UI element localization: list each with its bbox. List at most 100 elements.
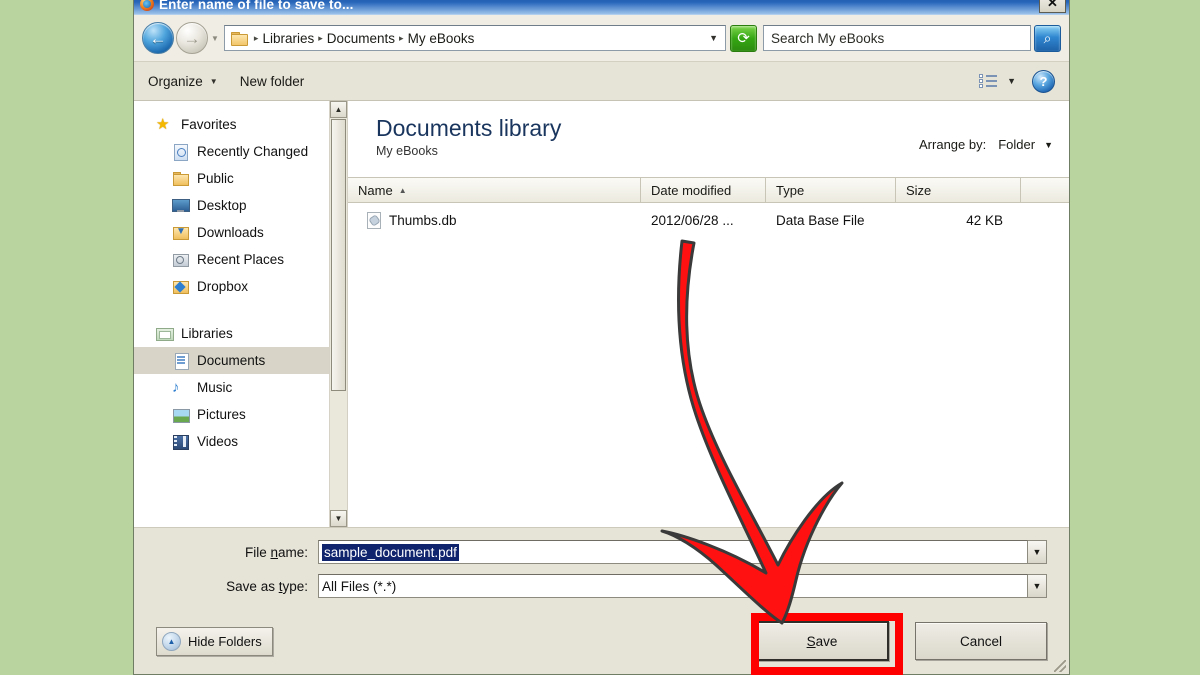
hide-folders-label: Hide Folders — [188, 633, 262, 649]
title-bar: Enter name of file to save to... ✕ — [134, 0, 1069, 15]
column-header-name[interactable]: Name ▲ — [348, 178, 641, 202]
sidebar-item-recent-places[interactable]: Recent Places — [134, 246, 347, 273]
hide-folders-button[interactable]: ▲ Hide Folders — [156, 626, 273, 656]
organize-label: Organize — [148, 73, 203, 89]
sidebar-item-label: Recent Places — [197, 252, 285, 267]
scroll-up-button[interactable]: ▲ — [330, 101, 347, 118]
save-as-type-value: All Files (*.*) — [322, 578, 397, 594]
sidebar-item-desktop[interactable]: Desktop — [134, 192, 347, 219]
save-as-type-dropdown-button[interactable]: ▼ — [1028, 574, 1047, 598]
navigation-sidebar: ★ Favorites Recently Changed Public Desk… — [134, 101, 347, 527]
save-as-type-label-post: ype: — [282, 578, 308, 594]
new-folder-button[interactable]: New folder — [240, 74, 305, 89]
file-date-cell: 2012/06/28 ... — [651, 212, 734, 228]
sidebar-item-music[interactable]: ♪ Music — [134, 374, 347, 401]
file-name: Thumbs.db — [389, 212, 457, 228]
sidebar-group-favorites[interactable]: ★ Favorites — [134, 111, 347, 138]
scrollbar-thumb[interactable] — [331, 119, 346, 392]
sidebar-item-label: Videos — [197, 434, 239, 449]
column-label: Name — [358, 182, 393, 198]
arrange-by-value: Folder — [998, 137, 1036, 152]
file-list[interactable]: Thumbs.db 2012/06/28 ... Data Base File … — [348, 203, 1069, 527]
sidebar-item-pictures[interactable]: Pictures — [134, 401, 347, 428]
column-header-type[interactable]: Type — [766, 178, 896, 202]
recent-pages-chevron-down-icon[interactable]: ▼ — [211, 34, 219, 43]
downloads-icon — [172, 225, 190, 241]
breadcrumb-item-my-ebooks[interactable]: My eBooks — [408, 31, 475, 46]
column-label: Size — [906, 182, 932, 198]
resize-grip[interactable] — [1054, 660, 1066, 672]
sidebar-item-dropbox[interactable]: Dropbox — [134, 273, 347, 300]
save-file-dialog-window: Enter name of file to save to... ✕ ← → ▼… — [133, 0, 1070, 675]
command-bar: Organize ▼ New folder ▼ ? — [134, 61, 1069, 101]
column-label: Type — [776, 182, 805, 198]
arrange-by-label: Arrange by: — [919, 137, 987, 152]
forward-button[interactable]: → — [176, 22, 208, 54]
sidebar-item-label: Public — [197, 171, 234, 186]
save-as-type-select[interactable]: All Files (*.*) — [318, 574, 1028, 598]
column-header-filler — [1021, 178, 1069, 202]
file-name-value: sample_document.pdf — [322, 543, 459, 561]
column-header-date-modified[interactable]: Date modified — [641, 178, 766, 202]
view-chevron-down-icon[interactable]: ▼ — [1007, 76, 1016, 86]
search-button[interactable]: ⌕ — [1034, 24, 1061, 52]
save-as-type-label: Save as type: — [156, 579, 318, 594]
help-button[interactable]: ? — [1032, 69, 1055, 93]
change-view-icon[interactable] — [979, 73, 998, 89]
library-heading-block: Documents library My eBooks — [376, 115, 561, 158]
breadcrumb-item-documents[interactable]: Documents — [327, 31, 395, 46]
sidebar-group-libraries[interactable]: Libraries — [134, 320, 347, 347]
music-icon: ♪ — [172, 378, 180, 396]
breadcrumb-item-libraries[interactable]: Libraries — [262, 31, 314, 46]
save-label-accesskey: S — [806, 633, 816, 649]
sidebar-item-label: Dropbox — [197, 279, 249, 294]
back-arrow-icon: ← — [149, 28, 167, 48]
file-name-label-accesskey: n — [270, 544, 278, 560]
sidebar-group-label: Libraries — [181, 326, 233, 341]
sidebar-item-label: Pictures — [197, 407, 246, 422]
close-button[interactable]: ✕ — [1039, 0, 1066, 13]
address-chevron-down-icon[interactable]: ▼ — [709, 33, 721, 43]
scrollbar-track[interactable] — [330, 118, 347, 510]
dropbox-icon — [172, 279, 190, 295]
address-bar[interactable]: ▸ Libraries ▸ Documents ▸ My eBooks ▼ — [223, 25, 726, 51]
arrange-by-control[interactable]: Arrange by: Folder ▼ — [919, 115, 1053, 152]
scroll-down-button[interactable]: ▼ — [330, 510, 347, 527]
window-title: Enter name of file to save to... — [159, 0, 354, 12]
refresh-button[interactable]: ⟳ — [730, 24, 757, 52]
library-header: Documents library My eBooks Arrange by: … — [348, 101, 1069, 177]
sidebar-item-recently-changed[interactable]: Recently Changed — [134, 138, 347, 165]
file-type-cell: Data Base File — [776, 212, 865, 228]
cancel-button[interactable]: Cancel — [915, 622, 1047, 660]
file-name-row: File name: sample_document.pdf ▼ — [156, 540, 1047, 564]
organize-menu-button[interactable]: Organize ▼ — [148, 74, 218, 89]
dialog-body: ★ Favorites Recently Changed Public Desk… — [134, 101, 1069, 527]
file-name-dropdown-button[interactable]: ▼ — [1028, 540, 1047, 564]
save-label-post: ave — [815, 633, 838, 649]
sidebar-item-public[interactable]: Public — [134, 165, 347, 192]
table-row[interactable]: Thumbs.db 2012/06/28 ... Data Base File … — [348, 203, 1069, 237]
save-button[interactable]: Save — [755, 621, 889, 661]
documents-icon — [172, 352, 190, 370]
file-name-input[interactable]: sample_document.pdf — [318, 540, 1028, 564]
sidebar-item-videos[interactable]: Videos — [134, 428, 347, 455]
sidebar-item-documents[interactable]: Documents — [134, 347, 347, 374]
column-header-size[interactable]: Size — [896, 178, 1021, 202]
search-icon: ⌕ — [1043, 29, 1052, 46]
file-list-pane: Documents library My eBooks Arrange by: … — [347, 101, 1069, 527]
libraries-folder-icon — [156, 326, 174, 342]
dialog-button-bar: ▲ Hide Folders Save Cancel — [134, 608, 1069, 675]
public-folder-icon — [172, 171, 190, 187]
search-placeholder-text: Search My eBooks — [771, 30, 885, 46]
help-label: ? — [1039, 73, 1048, 89]
save-form: File name: sample_document.pdf ▼ Save as… — [134, 527, 1069, 608]
back-button[interactable]: ← — [142, 22, 174, 54]
sort-ascending-icon: ▲ — [398, 185, 407, 195]
file-size-cell: 42 KB — [966, 212, 1003, 228]
file-name-label-post: ame: — [277, 544, 308, 560]
primary-buttons: Save Cancel — [755, 621, 1047, 661]
sidebar-item-downloads[interactable]: Downloads — [134, 219, 347, 246]
search-input[interactable]: Search My eBooks — [763, 25, 1031, 51]
sidebar-scrollbar[interactable]: ▲ ▼ — [329, 101, 347, 527]
recently-changed-icon — [172, 143, 190, 161]
